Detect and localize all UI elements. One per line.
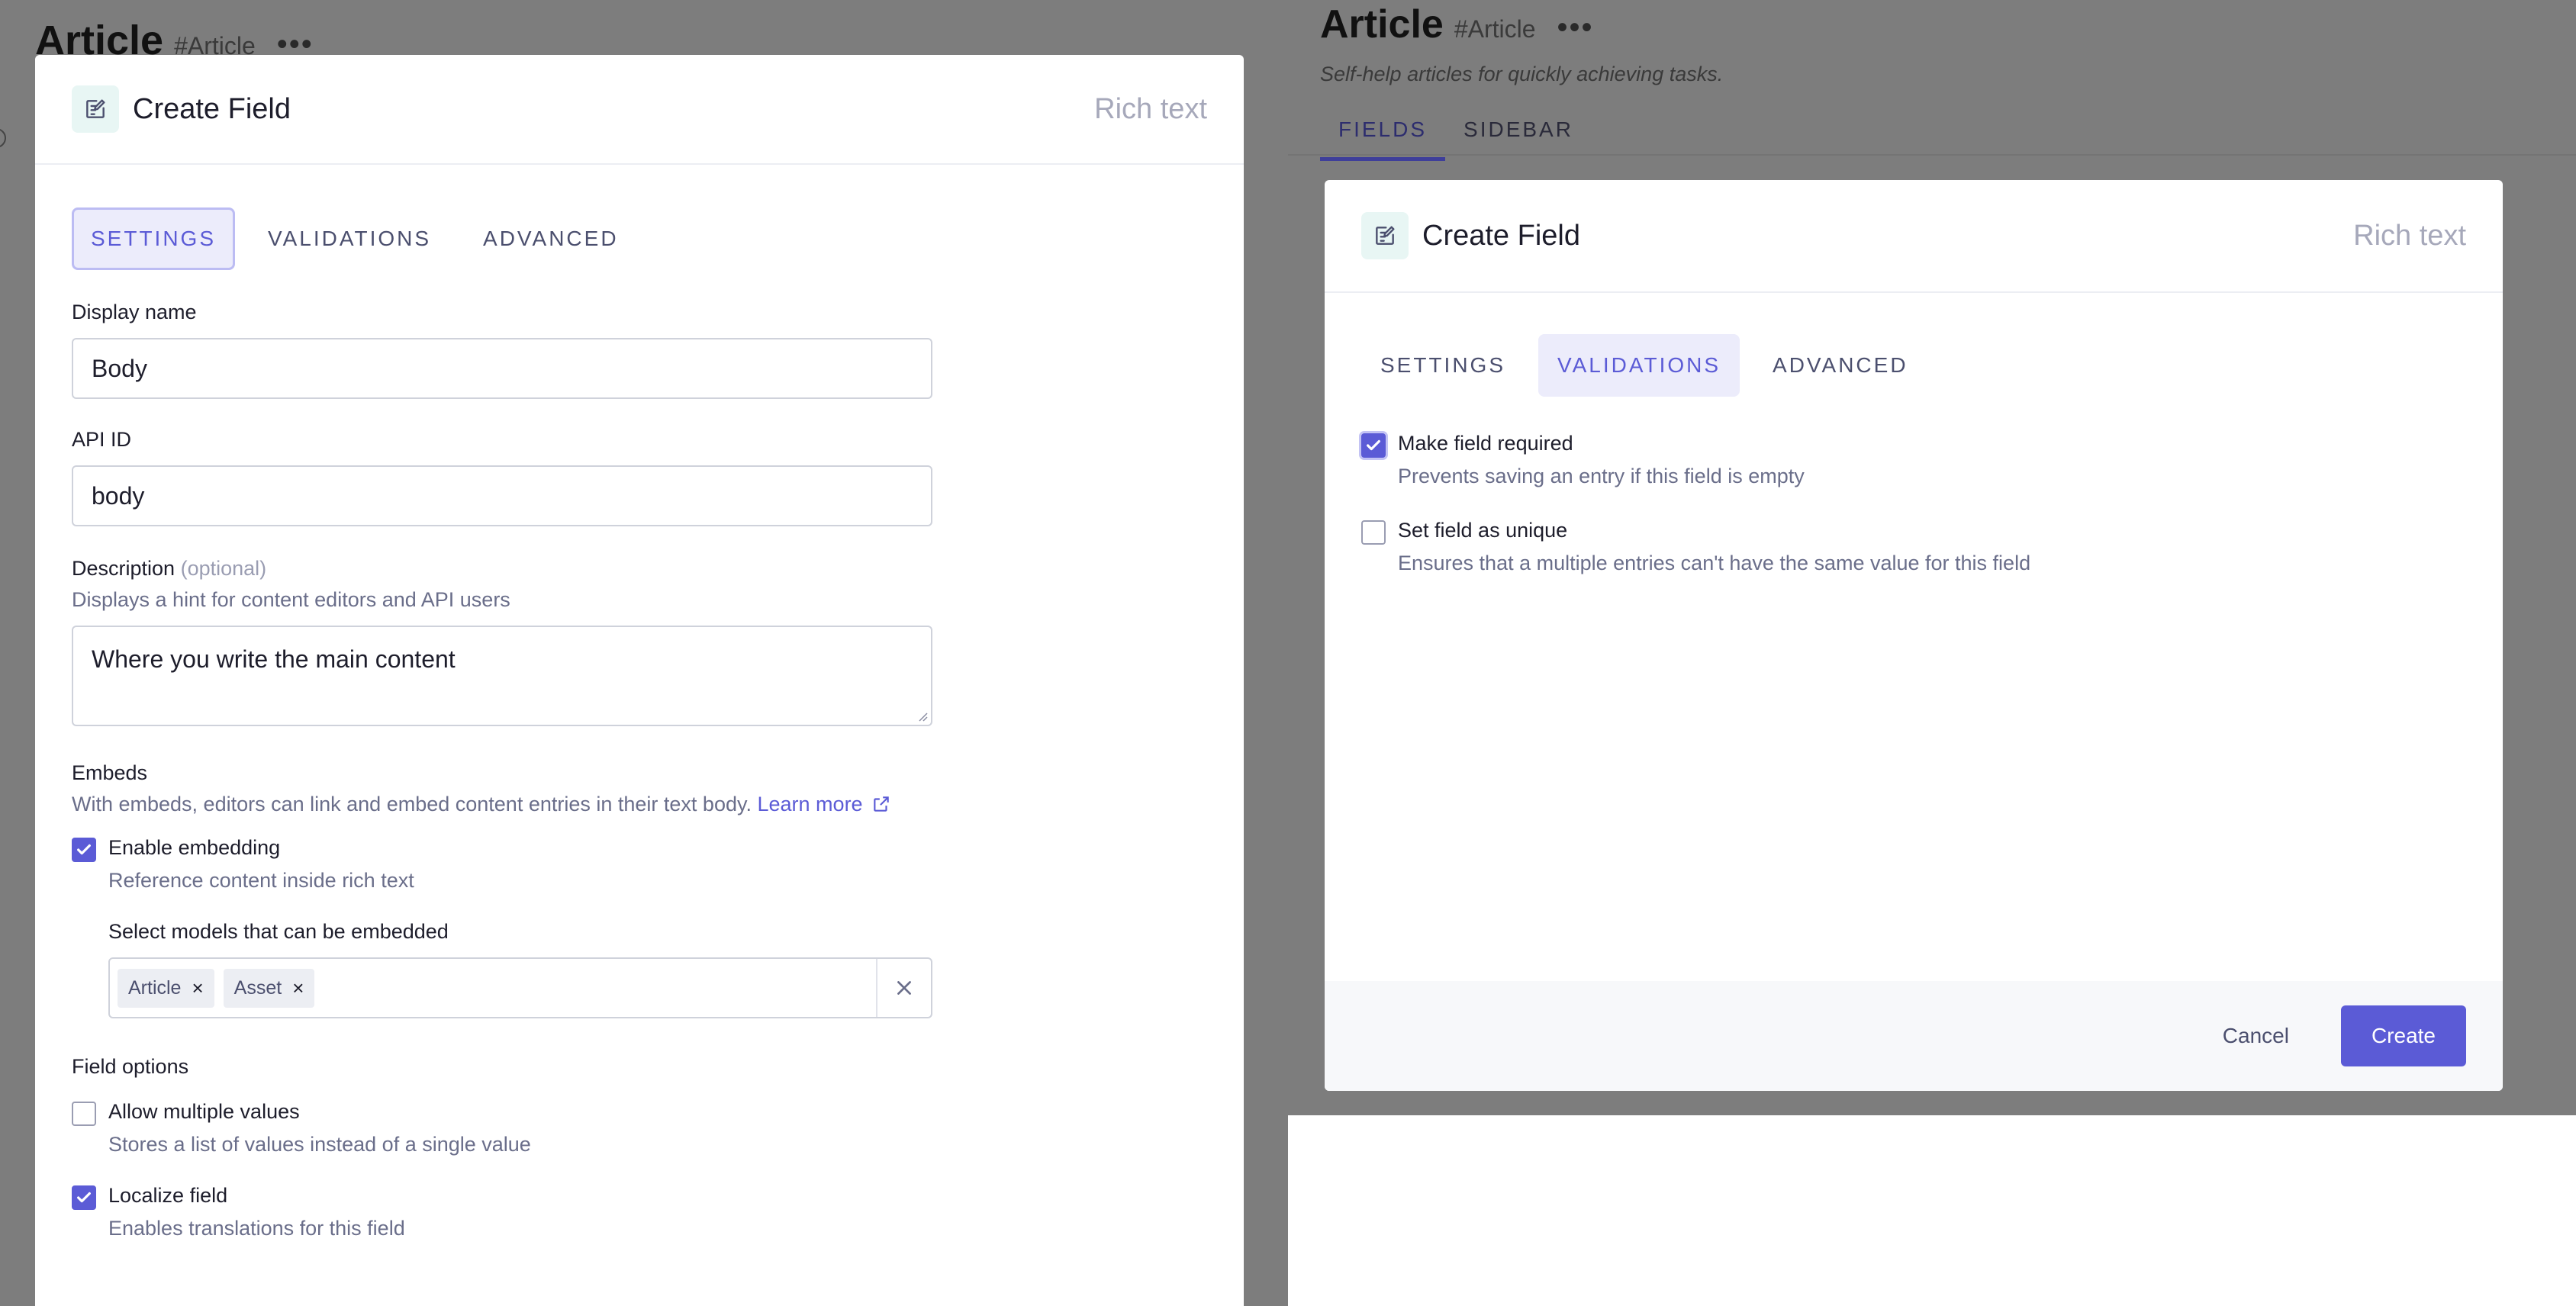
enable-embedding-option[interactable]: Enable embedding Reference content insid…	[72, 836, 1207, 893]
select-models-label: Select models that can be embedded	[108, 920, 449, 943]
field-type-label: Rich text	[1094, 92, 1207, 125]
create-field-modal: Create Field Rich text SETTINGS VALIDATI…	[35, 55, 1244, 1306]
allow-multiple-title: Allow multiple values	[108, 1100, 300, 1123]
display-name-label: Display name	[72, 301, 197, 323]
description-label-text: Description	[72, 557, 175, 580]
allow-multiple-sub: Stores a list of values instead of a sin…	[108, 1133, 531, 1156]
model-description: Self-help articles for quickly achieving…	[1320, 63, 1724, 85]
left-pane: Article #Article ••• Create Field Rich t…	[0, 0, 1288, 1306]
modal-footer: Cancel Create	[1325, 981, 2503, 1091]
remove-asset-icon[interactable]: ×	[292, 976, 304, 1000]
content-area	[1288, 1115, 2576, 1306]
localize-field-title: Localize field	[108, 1184, 228, 1207]
unique-option[interactable]: Set field as unique Ensures that a multi…	[1361, 519, 2466, 575]
localize-field-sub: Enables translations for this field	[108, 1217, 405, 1240]
unique-sub: Ensures that a multiple entries can't ha…	[1398, 552, 2031, 574]
create-field-modal: Create Field Rich text SETTINGS VALIDATI…	[1325, 180, 2503, 1091]
tag-article: Article ×	[118, 968, 214, 1008]
description-value: Where you write the main content	[92, 645, 456, 673]
display-name-input[interactable]: Body	[72, 338, 932, 399]
learn-more-text: Learn more	[757, 793, 863, 815]
localize-field-checkbox[interactable]	[72, 1185, 96, 1210]
check-icon	[1367, 439, 1380, 451]
check-icon	[77, 844, 91, 855]
modal-header: Create Field Rich text	[35, 55, 1244, 165]
tab-advanced[interactable]: ADVANCED	[1753, 334, 1927, 397]
make-required-title: Make field required	[1398, 432, 1573, 455]
unique-checkbox[interactable]	[1361, 520, 1386, 545]
right-pane: Article #Article ••• Self-help articles …	[1288, 0, 2576, 1306]
allow-multiple-checkbox[interactable]	[72, 1102, 96, 1126]
make-required-checkbox[interactable]	[1361, 433, 1386, 458]
allow-multiple-option[interactable]: Allow multiple values Stores a list of v…	[72, 1100, 1207, 1156]
description-textarea[interactable]: Where you write the main content	[72, 626, 932, 726]
tab-settings[interactable]: SETTINGS	[72, 207, 236, 270]
model-api-id: #Article	[1454, 15, 1536, 43]
modal-tabs: SETTINGS VALIDATIONS ADVANCED	[1325, 334, 2503, 397]
check-icon	[77, 1192, 91, 1203]
make-required-option[interactable]: Make field required Prevents saving an e…	[1361, 432, 2466, 488]
more-options-icon[interactable]: •••	[1557, 11, 1594, 45]
validations-form: Make field required Prevents saving an e…	[1325, 432, 2503, 575]
modal-title: Create Field	[133, 92, 291, 125]
localize-field-option[interactable]: Localize field Enables translations for …	[72, 1184, 1207, 1240]
modal-title: Create Field	[1422, 219, 1580, 252]
description-hint: Displays a hint for content editors and …	[72, 588, 510, 611]
description-label: Description (optional)	[72, 557, 1207, 581]
modal-tabs: SETTINGS VALIDATIONS ADVANCED	[35, 207, 1244, 270]
embeds-hint-text: With embeds, editors can link and embed …	[72, 793, 752, 815]
optional-tag: (optional)	[180, 557, 267, 580]
tab-settings[interactable]: SETTINGS	[1361, 334, 1525, 397]
tab-validations[interactable]: VALIDATIONS	[249, 207, 450, 270]
field-options-label: Field options	[72, 1055, 189, 1078]
tab-advanced[interactable]: ADVANCED	[464, 207, 638, 270]
cancel-button[interactable]: Cancel	[2204, 1008, 2307, 1063]
background-header: Article #Article •••	[1320, 2, 1594, 47]
create-button[interactable]: Create	[2340, 1005, 2466, 1066]
api-id-input[interactable]: body	[72, 465, 932, 526]
api-id-label: API ID	[72, 428, 132, 451]
embeds-hint: With embeds, editors can link and embed …	[72, 793, 1207, 816]
divider	[1288, 154, 2576, 156]
modal-header: Create Field Rich text	[1325, 180, 2503, 293]
learn-more-link[interactable]: Learn more	[758, 793, 892, 815]
enable-embedding-checkbox[interactable]	[72, 838, 96, 862]
background-circle-icon	[0, 128, 6, 148]
make-required-sub: Prevents saving an entry if this field i…	[1398, 465, 1805, 487]
unique-title: Set field as unique	[1398, 519, 1568, 542]
page-title: Article	[1320, 2, 1444, 47]
embeds-label: Embeds	[72, 761, 148, 784]
close-icon	[897, 981, 911, 995]
tag-article-label: Article	[128, 976, 182, 999]
settings-form: Display name Body API ID body Descriptio…	[35, 301, 1244, 1240]
field-type-label: Rich text	[2353, 219, 2466, 252]
tab-validations[interactable]: VALIDATIONS	[1538, 334, 1740, 397]
enable-embedding-title: Enable embedding	[108, 836, 281, 859]
embeddable-models-select[interactable]: Article × Asset ×	[108, 957, 932, 1018]
enable-embedding-sub: Reference content inside rich text	[108, 869, 414, 892]
remove-article-icon[interactable]: ×	[192, 976, 203, 1000]
rich-text-field-icon	[1361, 212, 1409, 259]
rich-text-field-icon	[72, 85, 119, 133]
resize-grip-icon[interactable]	[917, 711, 928, 722]
tag-asset-label: Asset	[233, 976, 282, 999]
tag-asset: Asset ×	[223, 968, 315, 1008]
external-link-icon	[874, 796, 889, 812]
clear-selection-button[interactable]	[876, 959, 931, 1017]
